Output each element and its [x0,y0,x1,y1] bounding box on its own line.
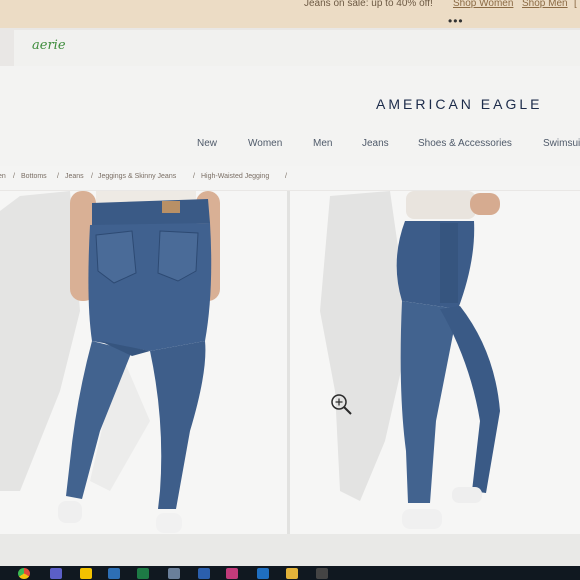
breadcrumb-separator: / [91,173,93,180]
breadcrumb-bottoms[interactable]: Bottoms [21,173,47,180]
zoom-icon[interactable] [329,392,353,421]
word-icon[interactable] [198,568,210,579]
nav-shoes-accessories[interactable]: Shoes & Accessories [418,138,512,149]
breadcrumb-separator: / [285,173,287,180]
files-icon[interactable] [80,568,92,579]
settings-icon[interactable] [316,568,328,579]
shop-women-link[interactable]: Shop Women [453,0,513,9]
excel-icon[interactable] [137,568,149,579]
product-image-side[interactable] [290,191,580,534]
promo-link-cutoff[interactable]: [ [574,0,577,9]
nav-jeans[interactable]: Jeans [362,138,389,149]
breadcrumb-item[interactable]: en [0,173,6,180]
chrome-icon[interactable] [18,568,30,579]
os-taskbar [0,566,580,580]
breadcrumb-jeggings-skinny[interactable]: Jeggings & Skinny Jeans [98,173,176,180]
product-image-back[interactable] [0,191,287,534]
media-icon[interactable] [226,568,238,579]
outlook-icon[interactable] [257,568,269,579]
teams-icon[interactable] [50,568,62,579]
breadcrumb-separator: / [13,173,15,180]
site-header: AMERICAN EAGLE New Women Men Jeans Shoes… [0,66,580,166]
jeans-side-illustration [290,191,580,534]
stocks-icon[interactable] [108,568,120,579]
promo-banner: Jeans on sale: up to 40% off! Shop Women… [0,0,580,28]
sister-brand-bar: aerie [14,30,580,66]
nav-men[interactable]: Men [313,138,332,149]
shop-men-link[interactable]: Shop Men [522,0,568,9]
folder-icon[interactable] [286,568,298,579]
jeans-back-illustration [0,191,287,534]
brand-logo[interactable]: AMERICAN EAGLE [376,96,542,112]
promo-text: Jeans on sale: up to 40% off! [304,0,433,9]
breadcrumb-jeans[interactable]: Jeans [65,173,84,180]
breadcrumb-high-waisted-jegging[interactable]: High-Waisted Jegging [201,173,269,180]
screen: Jeans on sale: up to 40% off! Shop Women… [0,0,580,580]
nav-women[interactable]: Women [248,138,282,149]
aerie-logo[interactable]: aerie [32,38,66,53]
nav-new[interactable]: New [197,138,217,149]
nav-swimsuits[interactable]: Swimsui [543,138,580,149]
carousel-dots[interactable]: ••• [448,14,464,28]
page-bottom-area [0,534,580,566]
breadcrumb-separator: / [193,173,195,180]
breadcrumb: en / Bottoms / Jeans / Jeggings & Skinny… [0,166,580,190]
app-icon[interactable] [168,568,180,579]
breadcrumb-separator: / [57,173,59,180]
